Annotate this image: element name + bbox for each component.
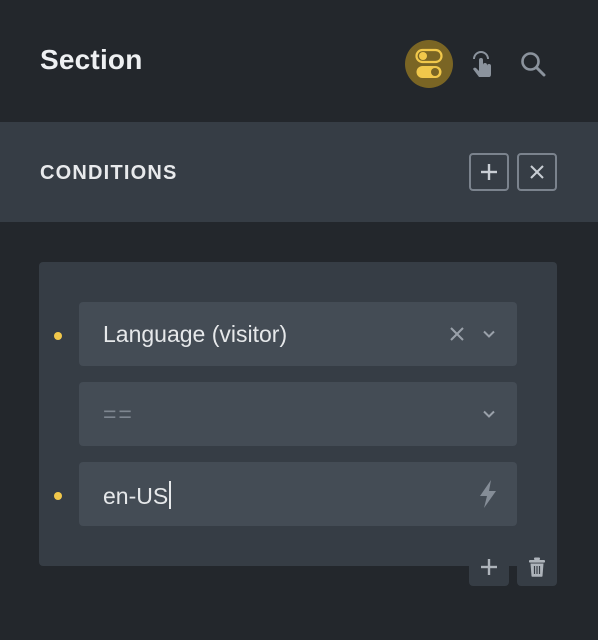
clear-conditions-button[interactable]: [517, 153, 557, 191]
condition-value-text: en-US: [103, 481, 172, 510]
toggle-icon[interactable]: [405, 40, 453, 88]
lightning-icon[interactable]: [475, 479, 501, 509]
close-icon[interactable]: [445, 322, 469, 346]
close-icon: [530, 165, 544, 179]
plus-icon: [481, 164, 497, 180]
panel-title: Section: [40, 44, 143, 75]
add-condition-group-button[interactable]: [469, 153, 509, 191]
conditions-title: CONDITIONS: [40, 162, 178, 184]
condition-card: Language (visitor) == en-US: [39, 262, 557, 586]
operator-placeholder: ==: [103, 401, 134, 427]
chevron-down-icon[interactable]: [477, 402, 501, 426]
delete-condition-button[interactable]: [517, 548, 557, 586]
conditions-section-header: CONDITIONS: [0, 122, 598, 222]
condition-operator-select[interactable]: ==: [79, 382, 517, 446]
chevron-down-icon[interactable]: [477, 322, 501, 346]
trash-icon: [529, 557, 545, 577]
touch-icon[interactable]: [457, 40, 505, 88]
condition-key-select[interactable]: Language (visitor): [79, 302, 517, 366]
add-condition-button[interactable]: [469, 548, 509, 586]
condition-key-value: Language (visitor): [103, 321, 288, 347]
panel-header: Section: [0, 0, 598, 122]
required-indicator: [54, 492, 62, 500]
text-caret: [169, 481, 172, 509]
condition-value-input[interactable]: en-US: [79, 462, 517, 526]
required-indicator: [54, 332, 62, 340]
search-icon[interactable]: [509, 40, 557, 88]
plus-icon: [481, 559, 497, 575]
